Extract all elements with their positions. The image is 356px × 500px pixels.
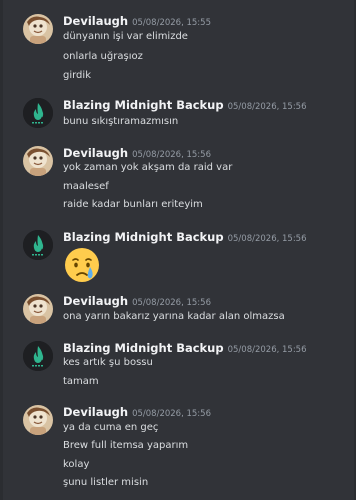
message-timestamp: 05/08/2026, 15:56 [132,150,211,160]
user-avatar-image [23,294,53,324]
message-text: yok zaman yok akşam da raid var [63,162,233,173]
message-text: kes artık şu bossu [63,357,153,368]
username[interactable]: Blazing Midnight Backup 05/08/2026, 15:56 [63,230,307,246]
user-avatar-image [23,405,53,435]
author-name[interactable]: Blazing Midnight Backup [63,230,224,244]
message-timestamp: 05/08/2026, 15:56 [227,234,307,244]
chat-messages-panel: Devilaugh 05/08/2026, 15:55 dünyanın işi … [0,0,356,500]
user-avatar[interactable] [23,405,53,435]
message-text: ya da cuma en geç [63,422,159,433]
author-name[interactable]: Devilaugh [63,146,128,160]
message-timestamp: 05/08/2026, 15:56 [227,345,307,355]
username[interactable]: Blazing Midnight Backup 05/08/2026, 15:56 [63,341,307,357]
message-text: maalesef [63,181,109,192]
message-timestamp: 05/08/2026, 15:55 [132,18,211,28]
user-avatar[interactable] [23,14,53,44]
message-text: onlarla uğraşıoz [63,51,143,62]
message-text: bunu sıkıştıramazmısın [63,116,179,127]
bot-avatar[interactable] [23,341,53,371]
author-name[interactable]: Devilaugh [63,294,128,308]
message-timestamp: 05/08/2026, 15:56 [227,102,307,112]
message-text: raide kadar bunları eriteyim [63,199,203,210]
crying-face-emoji[interactable] [63,246,101,284]
author-name[interactable]: Devilaugh [63,405,128,419]
flame-logo-icon [23,98,53,128]
message-text: girdik [63,70,91,81]
message-text: kolay [63,459,90,470]
user-avatar-image [23,14,53,44]
username[interactable]: Devilaugh 05/08/2026, 15:56 [63,294,211,310]
bot-avatar[interactable] [23,230,53,260]
flame-logo-icon [23,341,53,371]
message-timestamp: 05/08/2026, 15:56 [132,409,211,419]
crying-face-icon [65,248,99,282]
user-avatar[interactable] [23,294,53,324]
message-text: dünyanın işi var elimizde [63,31,188,42]
user-avatar-image [23,146,53,176]
message-text: şunu listler misin [63,477,149,488]
flame-logo-icon [23,230,53,260]
user-avatar[interactable] [23,146,53,176]
username[interactable]: Devilaugh 05/08/2026, 15:56 [63,146,211,162]
message-timestamp: 05/08/2026, 15:56 [132,298,211,308]
bot-avatar[interactable] [23,98,53,128]
username[interactable]: Devilaugh 05/08/2026, 15:55 [63,14,211,30]
left-divider [0,0,3,500]
message-text: ona yarın bakarız yarına kadar alan olma… [63,311,285,322]
author-name[interactable]: Devilaugh [63,14,128,28]
author-name[interactable]: Blazing Midnight Backup [63,341,224,355]
message-text: tamam [63,376,99,387]
username[interactable]: Devilaugh 05/08/2026, 15:56 [63,405,211,421]
author-name[interactable]: Blazing Midnight Backup [63,98,224,112]
username[interactable]: Blazing Midnight Backup 05/08/2026, 15:56 [63,98,307,114]
message-text: Brew full itemsa yaparım [63,440,189,451]
